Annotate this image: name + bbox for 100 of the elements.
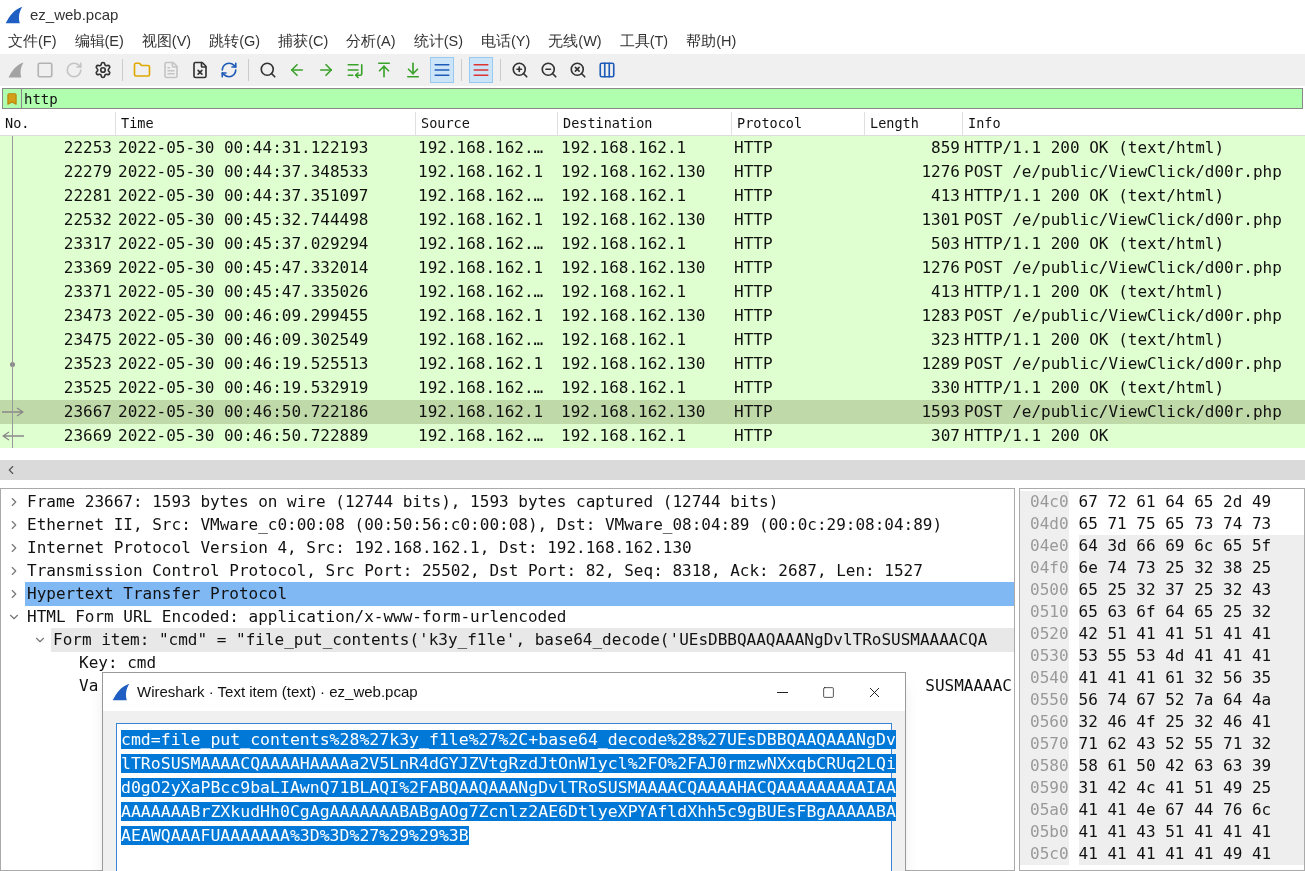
packet-row[interactable]: 22532 2022-05-30 00:45:32.744498 192.168.162.1 192.168.162.130 HTTP 1301 POST /e/public/ViewClick/d00r.php [0, 208, 1305, 232]
packet-row[interactable]: 23525 2022-05-30 00:46:19.532919 192.168.162.… 192.168.162.1 HTTP 330 HTTP/1.1 200 OK (text/html) [0, 376, 1305, 400]
menu-item[interactable]: 帮助(H) [686, 31, 737, 53]
menu-item[interactable]: 统计(S) [413, 31, 463, 53]
tree-item[interactable]: Ethernet II, Src: VMware_c0:00:08 (00:50:56:c0:00:08), Dst: VMware_08:04:89 (00:0c:29:08:04:89) [25, 512, 1014, 537]
hex-offset: 0550 [1020, 689, 1069, 711]
menu-item[interactable]: 编辑(E) [74, 31, 124, 53]
table-cell-text: 2022-05-30 00:45:37.029294 [117, 233, 370, 255]
table-cell-text: 192.168.162.1 [417, 209, 545, 231]
table-cell-text: 192.168.162.… [417, 137, 545, 159]
table-cell-text: HTTP/1.1 200 OK (text/html) [963, 137, 1226, 159]
table-cell-text: 192.168.162.1 [417, 161, 545, 183]
table-cell-text: 23371 [62, 281, 113, 303]
menu-item[interactable]: 跳转(G) [209, 31, 261, 53]
arrow-down-icon [404, 61, 422, 79]
table-cell-text: HTTP/1.1 200 OK (text/html) [963, 281, 1226, 303]
hex-bytes: 56 74 67 52 7a 64 4a [1078, 689, 1304, 711]
table-cell-text: HTTP [733, 329, 774, 351]
table-cell-text: 192.168.162.130 [560, 401, 707, 423]
table-cell-text: 192.168.162.1 [417, 257, 545, 279]
column-header[interactable]: No. [0, 112, 115, 135]
table-cell-text: 23473 [62, 305, 113, 327]
table-cell-text: 22532 [62, 209, 113, 231]
hex-bytes: 41 41 4e 67 44 76 6c [1078, 799, 1304, 821]
table-cell-text: 23669 [62, 425, 113, 447]
tree-item[interactable]: Form item: "cmd" = "file_put_contents('k3y_f1le', base64_decode('UEsDBBQAAQAAANgDvlTRoSUSMAAAACQA [51, 627, 1014, 652]
tree-item[interactable]: Transmission Control Protocol, Src Port: 25502, Dst Port: 82, Seq: 8318, Ack: 2687, Len: 1527 [25, 558, 1014, 583]
menu-item[interactable]: 视图(V) [141, 31, 192, 53]
display-filter-field[interactable]: http [22, 88, 1303, 109]
document-icon [162, 61, 180, 79]
table-cell-text: 192.168.162.… [417, 233, 545, 255]
menu-item[interactable]: 文件(F) [8, 31, 57, 53]
menu-item[interactable]: 捕获(C) [278, 31, 329, 53]
tree-item[interactable]: Internet Protocol Version 4, Src: 192.168.162.1, Dst: 192.168.162.130 [25, 535, 1014, 560]
packet-row[interactable]: 23369 2022-05-30 00:45:47.332014 192.168.162.1 192.168.162.130 HTTP 1276 POST /e/public/ViewClick/d00r.php [0, 256, 1305, 280]
hex-offset: 0580 [1020, 755, 1069, 777]
tree-item[interactable]: HTML Form URL Encoded: application/x-www-form-urlencoded [25, 604, 1014, 629]
packet-row[interactable]: 23475 2022-05-30 00:46:09.302549 192.168.162.… 192.168.162.1 HTTP 323 HTTP/1.1 200 OK (text/html) [0, 328, 1305, 352]
packet-row[interactable]: 23669 2022-05-30 00:46:50.722889 192.168.162.… 192.168.162.1 HTTP 307 HTTP/1.1 200 OK [0, 424, 1305, 448]
menu-item[interactable]: 电话(Y) [480, 31, 531, 53]
table-cell-text: POST /e/public/ViewClick/d00r.php [963, 209, 1283, 231]
table-cell-text: 23667 [62, 401, 113, 423]
table-cell-text: 192.168.162.1 [560, 425, 688, 447]
column-header[interactable]: Time [115, 112, 415, 135]
close-file-icon [191, 61, 209, 79]
app-logo-icon [4, 5, 24, 25]
hex-bytes: 58 61 50 42 63 63 39 [1078, 755, 1304, 777]
menu-item[interactable]: 工具(T) [619, 31, 669, 53]
table-cell-text: 2022-05-30 00:46:09.302549 [117, 329, 370, 351]
table-cell-text: 192.168.162.1 [560, 377, 688, 399]
table-cell-text: 192.168.162.1 [417, 401, 545, 423]
packet-row[interactable]: 23523 2022-05-30 00:46:19.525513 192.168.162.1 192.168.162.130 HTTP 1289 POST /e/public/ViewClick/d00r.php [0, 352, 1305, 376]
column-header[interactable]: Destination [557, 112, 731, 135]
hex-bytes: 53 55 53 4d 41 41 41 [1078, 645, 1304, 667]
hex-bytes: 41 41 43 51 41 41 41 [1078, 821, 1304, 843]
packet-row[interactable]: 23667 2022-05-30 00:46:50.722186 192.168.162.1 192.168.162.130 HTTP 1593 POST /e/public/ViewClick/d00r.php [0, 400, 1305, 424]
packet-row[interactable]: 22253 2022-05-30 00:44:31.122193 192.168.162.… 192.168.162.1 HTTP 859 HTTP/1.1 200 OK (text/html) [0, 136, 1305, 160]
column-header[interactable]: Length [864, 112, 962, 135]
table-cell-text: 192.168.162.1 [417, 305, 545, 327]
table-cell-text: HTTP/1.1 200 OK (text/html) [963, 233, 1226, 255]
packet-row[interactable]: 22279 2022-05-30 00:44:37.348533 192.168.162.1 192.168.162.130 HTTP 1276 POST /e/public/ViewClick/d00r.php [0, 160, 1305, 184]
packet-row[interactable]: 23473 2022-05-30 00:46:09.299455 192.168.162.1 192.168.162.130 HTTP 1283 POST /e/public/ViewClick/d00r.php [0, 304, 1305, 328]
table-cell-text: HTTP [733, 401, 774, 423]
table-cell-text: 192.168.162.1 [560, 233, 688, 255]
hex-bytes: 65 25 32 37 25 32 43 [1078, 579, 1304, 601]
packet-row[interactable]: 23317 2022-05-30 00:45:37.029294 192.168.162.… 192.168.162.1 HTTP 503 HTTP/1.1 200 OK (text/html) [0, 232, 1305, 256]
packet-row[interactable]: 22281 2022-05-30 00:44:37.351097 192.168.162.… 192.168.162.1 HTTP 413 HTTP/1.1 200 OK (text/html) [0, 184, 1305, 208]
colorize-button[interactable] [469, 57, 493, 83]
table-cell-text: POST /e/public/ViewClick/d00r.php [963, 161, 1283, 183]
table-cell-text: HTTP [733, 425, 774, 447]
hex-bytes: 6e 74 73 25 32 38 25 [1078, 557, 1304, 579]
tree-item[interactable]: Frame 23667: 1593 bytes on wire (12744 bits), 1593 bytes captured (12744 bits) [25, 489, 1014, 514]
tree-item[interactable]: Key: cmd [77, 650, 1014, 675]
menu-item[interactable]: 无线(W) [548, 31, 602, 53]
folder-icon [133, 61, 151, 79]
bookmark-icon [5, 90, 19, 107]
hex-offset: 05c0 [1020, 843, 1069, 865]
tree-item[interactable]: Hypertext Transfer Protocol [25, 581, 1014, 606]
arrow-up-icon [375, 61, 393, 79]
hex-bytes: 31 42 4c 41 51 49 25 [1078, 777, 1304, 799]
autoscroll-button[interactable] [430, 57, 454, 83]
column-header[interactable]: Protocol [731, 112, 864, 135]
bookmark-button[interactable] [2, 88, 22, 109]
column-header[interactable]: Source [415, 112, 557, 135]
column-header[interactable]: Info [962, 112, 1305, 135]
hex-offset: 0520 [1020, 623, 1069, 645]
table-cell-text: 23523 [62, 353, 113, 375]
gear-icon [94, 61, 112, 79]
table-cell-text: 1593 [920, 401, 961, 423]
minimize-icon [776, 691, 788, 693]
horizontal-scrollbar[interactable] [0, 460, 1305, 480]
table-cell-text: 1276 [920, 257, 961, 279]
table-cell-text: 413 [930, 281, 961, 303]
table-cell-text: 192.168.162.… [417, 377, 545, 399]
table-cell-text: 2022-05-30 00:44:37.348533 [117, 161, 370, 183]
restart-icon [65, 61, 83, 79]
table-cell-text: 22253 [62, 137, 113, 159]
packet-row[interactable]: 23371 2022-05-30 00:45:47.335026 192.168.162.… 192.168.162.1 HTTP 413 HTTP/1.1 200 OK (text/html) [0, 280, 1305, 304]
menu-item[interactable]: 分析(A) [346, 31, 396, 53]
table-cell-text: 2022-05-30 00:44:37.351097 [117, 185, 370, 207]
